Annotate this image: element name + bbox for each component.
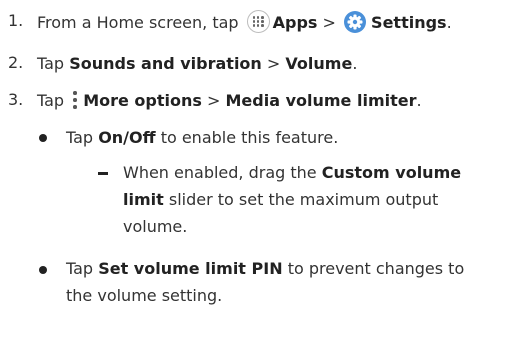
- limit-label: limit: [123, 190, 164, 209]
- bullet-lead: Tap: [66, 259, 94, 278]
- bullet-line-2: the volume setting.: [66, 285, 222, 307]
- step-text: From a Home screen, tap Apps > Settings.: [37, 10, 452, 34]
- bullet-text: Tap On/Off to enable this feature.: [66, 127, 338, 149]
- step-text: Tap Sounds and vibration > Volume.: [37, 53, 357, 75]
- separator: >: [207, 91, 221, 110]
- step-lead: Tap: [37, 91, 65, 110]
- settings-gear-icon: [344, 11, 367, 33]
- sub-lead: When enabled, drag the: [123, 163, 317, 182]
- step-number: 2.: [8, 53, 24, 72]
- step-number: 1.: [8, 11, 24, 30]
- bullet-line-1: Tap Set volume limit PIN to prevent chan…: [66, 258, 464, 280]
- sub-line-3: volume.: [123, 216, 187, 238]
- sounds-label: Sounds and vibration: [69, 54, 262, 73]
- on-off-label: On/Off: [98, 128, 156, 147]
- separator: >: [266, 54, 281, 73]
- sub-rest: slider to set the maximum output: [168, 190, 439, 209]
- period: .: [352, 54, 358, 73]
- sub-rest-end: volume.: [123, 217, 188, 236]
- sub-line-1: When enabled, drag the Custom volume: [123, 162, 461, 184]
- bullet-icon: [39, 266, 47, 274]
- apps-label: Apps: [272, 13, 318, 32]
- step-number: 3.: [8, 90, 24, 109]
- more-options-label: More options: [83, 91, 202, 110]
- period: .: [446, 13, 452, 32]
- bullet-rest: to prevent changes to: [287, 259, 465, 278]
- settings-label: Settings: [371, 13, 447, 32]
- set-pin-label: Set volume limit PIN: [98, 259, 283, 278]
- step-text: Tap More options > Media volume limiter.: [37, 90, 422, 112]
- apps-grid-icon: [246, 10, 270, 33]
- separator: >: [322, 13, 336, 32]
- bullet-icon: [39, 134, 47, 142]
- bullet-rest-end: the volume setting.: [66, 286, 223, 305]
- bullet-rest: to enable this feature.: [160, 128, 339, 147]
- limiter-label: Media volume limiter: [225, 91, 417, 110]
- step-lead: Tap: [37, 54, 65, 73]
- more-options-icon: [72, 91, 78, 109]
- period: .: [416, 91, 422, 110]
- volume-label: Volume: [285, 54, 353, 73]
- step-lead: From a Home screen, tap: [37, 13, 239, 32]
- custom-volume-label: Custom volume: [321, 163, 462, 182]
- bullet-lead: Tap: [66, 128, 94, 147]
- sub-line-2: limit slider to set the maximum output: [123, 189, 438, 211]
- dash-icon: [98, 172, 108, 175]
